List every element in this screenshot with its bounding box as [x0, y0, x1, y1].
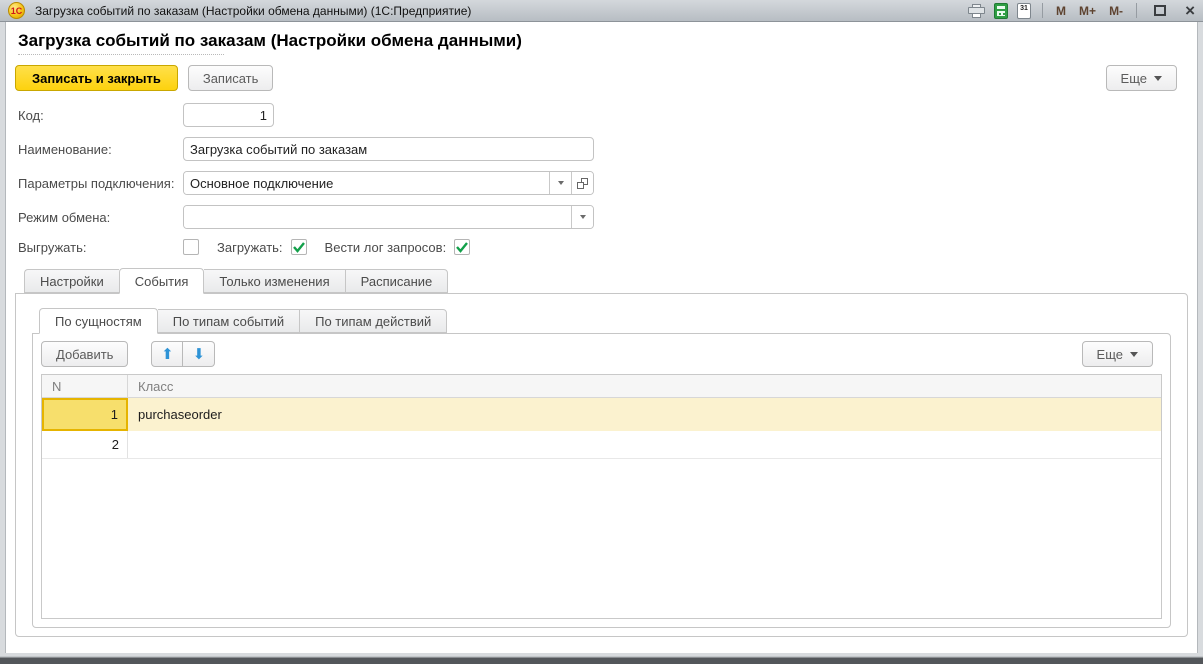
tab-po-sushchnostyam[interactable]: По сущностям: [39, 308, 158, 334]
memory-m-minus-button[interactable]: M-: [1107, 4, 1125, 18]
connection-combobox: [183, 171, 594, 195]
exchange-mode-combobox: [183, 205, 594, 229]
command-bar: Записать и закрыть Записать Еще: [15, 65, 1177, 91]
calculator-icon[interactable]: [994, 3, 1008, 19]
entities-table: N Класс 1 purchaseorder 2: [41, 374, 1162, 619]
tab-tolko-izmeneniya[interactable]: Только изменения: [204, 269, 344, 293]
close-icon[interactable]: ×: [1185, 4, 1195, 18]
tab-po-tipam-deystviy[interactable]: По типам действий: [299, 309, 447, 333]
check-icon: [456, 242, 468, 253]
name-row: Наименование:: [18, 137, 1197, 161]
column-header-n[interactable]: N: [42, 375, 128, 397]
code-row: Код:: [18, 103, 1197, 127]
maximize-icon[interactable]: [1154, 5, 1166, 16]
move-up-button[interactable]: ⬆: [151, 341, 183, 367]
more-button-list[interactable]: Еще: [1082, 341, 1153, 367]
exchange-mode-label: Режим обмена:: [18, 210, 183, 225]
more-button-top[interactable]: Еще: [1106, 65, 1177, 91]
upload-label: Выгружать:: [18, 240, 183, 255]
cell-n[interactable]: 2: [42, 431, 128, 458]
flags-row: Выгружать: Загружать: Вести лог запросов…: [18, 239, 1197, 255]
cell-n[interactable]: 1: [42, 398, 128, 431]
tab-nastroyki[interactable]: Настройки: [24, 269, 119, 293]
chevron-down-icon: [558, 181, 564, 185]
table-header: N Класс: [42, 375, 1161, 398]
calendar-icon[interactable]: 31: [1017, 3, 1031, 19]
form-window: Загрузка событий по заказам (Настройки о…: [5, 22, 1198, 653]
form-fields: Код: Наименование: Параметры подключения…: [18, 103, 1197, 255]
connection-dropdown-button[interactable]: [549, 172, 571, 194]
table-empty-area: [42, 459, 1161, 618]
upload-checkbox[interactable]: [183, 239, 199, 255]
separator: [1136, 3, 1137, 18]
chevron-down-icon: [1154, 76, 1162, 81]
page-title: Загрузка событий по заказам (Настройки о…: [18, 31, 1197, 51]
connection-field[interactable]: [184, 172, 549, 194]
connection-row: Параметры подключения:: [18, 171, 1197, 195]
move-buttons: ⬆ ⬇: [151, 341, 215, 367]
list-toolbar: Добавить ⬆ ⬇ Еще: [33, 334, 1170, 374]
tab-po-tipam-sobytiy[interactable]: По типам событий: [158, 309, 299, 333]
connection-label: Параметры подключения:: [18, 176, 183, 191]
up-arrow-icon: ⬆: [161, 347, 174, 362]
print-icon[interactable]: [968, 4, 985, 18]
table-row[interactable]: 2: [42, 431, 1161, 459]
add-button[interactable]: Добавить: [41, 341, 128, 367]
exchange-mode-dropdown-button[interactable]: [571, 206, 593, 228]
table-row[interactable]: 1 purchaseorder: [42, 398, 1161, 431]
titlebar: 1С Загрузка событий по заказам (Настройк…: [0, 0, 1203, 22]
open-item-icon: [577, 178, 588, 189]
save-and-close-button[interactable]: Записать и закрыть: [15, 65, 178, 91]
title-underline: [18, 54, 224, 55]
1c-logo-icon: 1С: [8, 2, 25, 19]
code-field[interactable]: [183, 103, 274, 127]
app-window: 1С Загрузка событий по заказам (Настройк…: [0, 0, 1203, 664]
download-label: Загружать:: [217, 240, 283, 255]
chevron-down-icon: [1130, 352, 1138, 357]
memory-m-plus-button[interactable]: M+: [1077, 4, 1098, 18]
memory-m-button[interactable]: M: [1054, 4, 1068, 18]
cell-class[interactable]: [128, 431, 1161, 458]
events-tab-panel: По сущностям По типам событий По типам д…: [15, 293, 1188, 637]
outer-tabs: Настройки События Только изменения Распи…: [24, 267, 1197, 293]
save-button[interactable]: Записать: [188, 65, 274, 91]
entities-tab-panel: Добавить ⬆ ⬇ Еще N Класс 1 purcha: [32, 333, 1171, 628]
name-field[interactable]: [183, 137, 594, 161]
name-label: Наименование:: [18, 142, 183, 157]
window-bottom-edge: [0, 653, 1203, 664]
exchange-mode-row: Режим обмена:: [18, 205, 1197, 229]
connection-open-button[interactable]: [571, 172, 593, 194]
log-checkbox[interactable]: [454, 239, 470, 255]
code-label: Код:: [18, 108, 183, 123]
titlebar-tools: 31 M M+ M- ×: [968, 3, 1195, 19]
exchange-mode-field[interactable]: [184, 206, 571, 228]
check-icon: [293, 242, 305, 253]
column-header-class[interactable]: Класс: [128, 375, 1161, 397]
inner-tabs: По сущностям По типам событий По типам д…: [39, 307, 1187, 333]
move-down-button[interactable]: ⬇: [183, 341, 215, 367]
window-title: Загрузка событий по заказам (Настройки о…: [35, 4, 968, 18]
down-arrow-icon: ⬇: [193, 347, 206, 362]
log-label: Вести лог запросов:: [325, 240, 447, 255]
separator: [1042, 3, 1043, 18]
tab-sobytiya[interactable]: События: [119, 268, 205, 294]
tab-raspisanie[interactable]: Расписание: [345, 269, 449, 293]
chevron-down-icon: [580, 215, 586, 219]
cell-class[interactable]: purchaseorder: [128, 398, 1161, 431]
download-checkbox[interactable]: [291, 239, 307, 255]
